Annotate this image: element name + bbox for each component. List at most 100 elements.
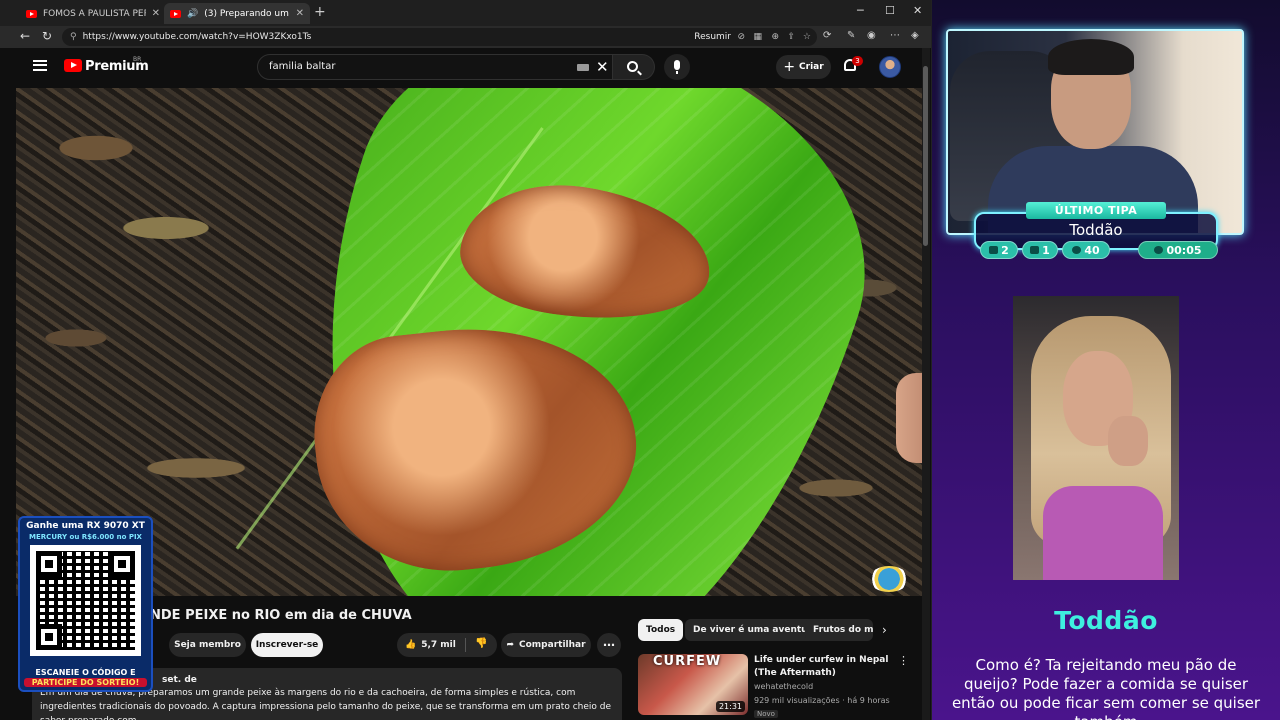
hamburger-menu-icon[interactable]	[33, 60, 47, 71]
guest-webcam	[1013, 296, 1179, 580]
other-count: 40	[1062, 241, 1110, 259]
timer: 00:05	[1138, 241, 1218, 259]
promo-subline: MERCURY ou R$6.000 no PIX	[29, 533, 142, 541]
share-arrow-icon: ➦	[506, 640, 515, 650]
recommended-video[interactable]: CURFEW 21:31 Life under curfew in Nepal …	[638, 654, 916, 718]
extension-icon[interactable]: ⊘	[737, 32, 745, 42]
create-button[interactable]: + Criar	[776, 55, 831, 79]
promo-footer-cta: PARTICIPE DO SORTEIO!	[24, 678, 147, 687]
coin-icon	[1072, 246, 1082, 254]
share-button[interactable]: ➦ Compartilhar	[501, 633, 591, 657]
video-thumbnail[interactable]: CURFEW 21:31	[638, 654, 748, 715]
refresh-icon[interactable]: ↻	[42, 29, 52, 43]
promo-footer: ESCANEIE O CÓDIGO E	[35, 668, 136, 677]
url-text: https://www.youtube.com/watch?v=HOW3ZKxo…	[82, 32, 312, 42]
zoom-icon[interactable]: ⊕	[771, 32, 779, 42]
browser-tab-1[interactable]: FOMOS À PAULISTA PERGUNTAR ✕	[20, 3, 166, 24]
thumbs-down-icon[interactable]: 👎	[475, 638, 487, 649]
puzzle-extension-icon[interactable]: ✎	[847, 30, 855, 41]
site-info-icon[interactable]: ⚲	[70, 32, 77, 42]
tab-label: FOMOS À PAULISTA PERGUNTAR	[43, 8, 146, 19]
account-avatar[interactable]	[879, 56, 901, 78]
scrollbar-thumb[interactable]	[923, 66, 928, 246]
tab-label: (3) Preparando um GRANDE	[204, 8, 289, 19]
promo-headline: Ganhe uma RX 9070 XT	[26, 521, 145, 531]
youtube-icon	[1030, 246, 1040, 254]
subscribe-button[interactable]: Inscrever-se	[251, 633, 323, 657]
reader-mode-icon[interactable]: ▦	[753, 32, 762, 42]
stream-overlay: ÚLTIMO TIPA Toddão 2 1 40 00:05 Toddão C…	[932, 0, 1280, 720]
more-options-icon[interactable]: ⋮	[898, 654, 909, 667]
summarize-button[interactable]: Resumir	[694, 32, 731, 42]
page-scrollbar[interactable]	[922, 48, 930, 720]
back-icon[interactable]: ←	[20, 29, 30, 43]
video-duration: 21:31	[715, 701, 745, 712]
youtube-header: Premium BR familia baltar ✕ + Criar 3	[16, 48, 922, 88]
last-tip-label: ÚLTIMO TIPA	[1026, 202, 1166, 219]
youtube-logo-icon[interactable]	[64, 59, 82, 72]
channel-watermark-icon[interactable]	[869, 566, 909, 592]
hand	[896, 373, 922, 463]
speaker-icon[interactable]: 🔊	[187, 9, 198, 19]
copilot-icon[interactable]: ◈	[911, 30, 919, 41]
url-field[interactable]: ⚲ https://www.youtube.com/watch?v=HOW3ZK…	[62, 28, 817, 46]
keyboard-icon[interactable]	[577, 64, 589, 71]
close-icon[interactable]: ✕	[152, 8, 160, 19]
qr-code	[30, 545, 141, 656]
last-tip-name: Toddão	[1069, 221, 1123, 239]
search-button[interactable]	[613, 54, 655, 80]
close-icon[interactable]: ✕	[296, 8, 304, 19]
qr-finder	[109, 551, 135, 577]
profile-icon[interactable]: ◉	[867, 30, 876, 41]
youtube-count-value: 1	[1042, 243, 1050, 257]
view-count: 929 mil visualizações · há 9 horas	[754, 696, 890, 705]
youtube-favicon-icon	[26, 9, 37, 18]
like-button[interactable]: 👍 5,7 mil 👎	[397, 633, 497, 657]
country-code: BR	[133, 56, 142, 63]
youtube-favicon-icon	[170, 9, 181, 18]
favorite-star-icon[interactable]: ☆	[803, 32, 811, 42]
thumbnail-text: CURFEW	[653, 654, 722, 669]
other-count-value: 40	[1084, 243, 1100, 257]
like-count: 5,7 mil	[421, 640, 456, 650]
qr-finder	[36, 624, 62, 650]
search-input[interactable]: familia baltar ✕	[257, 54, 613, 80]
chip-all[interactable]: Todos	[638, 619, 684, 641]
clear-search-icon[interactable]: ✕	[596, 58, 609, 76]
share-page-icon[interactable]: ⇪	[787, 32, 795, 42]
notification-badge: 3	[852, 56, 863, 66]
new-badge: Novo	[754, 710, 778, 718]
recommended-title[interactable]: Life under curfew in Nepal (The Aftermat…	[754, 654, 894, 680]
browser-tab-2[interactable]: 🔊 (3) Preparando um GRANDE ✕	[164, 3, 310, 24]
giveaway-promo: Ganhe uma RX 9070 XT MERCURY ou R$6.000 …	[18, 516, 153, 692]
address-bar: ← ↻ ⚲ https://www.youtube.com/watch?v=HO…	[0, 26, 931, 48]
tab-bar: FOMOS À PAULISTA PERGUNTAR ✕ 🔊 (3) Prepa…	[0, 0, 931, 26]
search-query-text: familia baltar	[269, 61, 336, 72]
screen: FOMOS À PAULISTA PERGUNTAR ✕ 🔊 (3) Prepa…	[0, 0, 1280, 720]
create-label: Criar	[799, 62, 824, 72]
minimize-icon[interactable]: ─	[857, 4, 864, 17]
more-actions-icon[interactable]: ⋯	[597, 633, 621, 657]
voice-search-mic-icon[interactable]	[664, 54, 690, 80]
timer-value: 00:05	[1166, 243, 1202, 257]
join-membership-button[interactable]: Seja membro	[169, 633, 246, 657]
description-meta: set. de	[162, 675, 197, 685]
guest-top	[1043, 486, 1163, 580]
whatsapp-icon	[1154, 246, 1164, 254]
new-tab-icon[interactable]: +	[314, 4, 326, 20]
twitch-count: 2	[980, 241, 1018, 259]
browser-window: FOMOS À PAULISTA PERGUNTAR ✕ 🔊 (3) Prepa…	[0, 0, 932, 720]
tts-donor-name: Toddão	[1054, 606, 1158, 635]
thumbs-up-icon: 👍	[405, 640, 417, 650]
refresh-extension-icon[interactable]: ⟳	[823, 30, 831, 41]
channel-name[interactable]: wehatethecold	[754, 682, 813, 691]
share-label: Compartilhar	[519, 640, 586, 650]
video-title: NDE PEIXE no RIO em dia de CHUVA	[150, 608, 412, 623]
chip-seafood[interactable]: Frutos do mar	[805, 619, 873, 641]
chevron-right-icon[interactable]: ›	[882, 623, 887, 637]
divider	[465, 638, 466, 652]
menu-dots-icon[interactable]: ⋯	[890, 30, 900, 41]
streamer-hair	[1048, 39, 1134, 75]
window-close-icon[interactable]: ✕	[913, 4, 922, 17]
maximize-icon[interactable]: ☐	[885, 4, 895, 17]
